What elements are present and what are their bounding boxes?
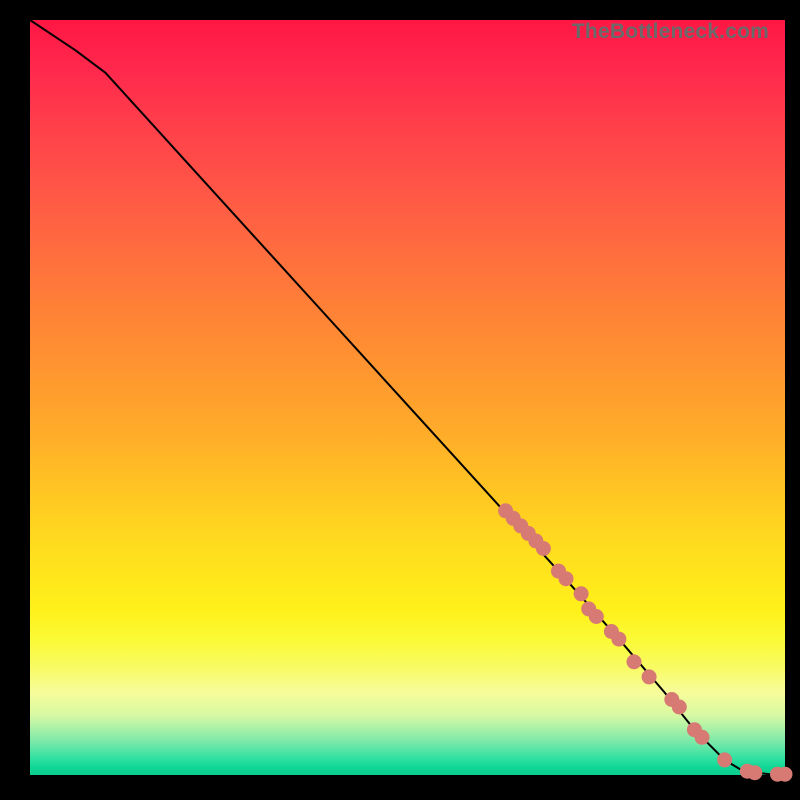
data-point [589,610,603,624]
data-point [718,753,732,767]
data-point [627,655,641,669]
data-point [574,587,588,601]
data-dots [499,504,792,781]
data-point [559,572,573,586]
data-point [536,542,550,556]
data-point [612,632,626,646]
data-point [695,730,709,744]
curve-line [30,20,785,774]
data-point [642,670,656,684]
chart-svg [30,20,785,775]
chart-stage: TheBottleneck.com [0,0,800,800]
data-point [672,700,686,714]
data-point [748,766,762,780]
data-point [778,767,792,781]
plot-area: TheBottleneck.com [30,20,785,775]
